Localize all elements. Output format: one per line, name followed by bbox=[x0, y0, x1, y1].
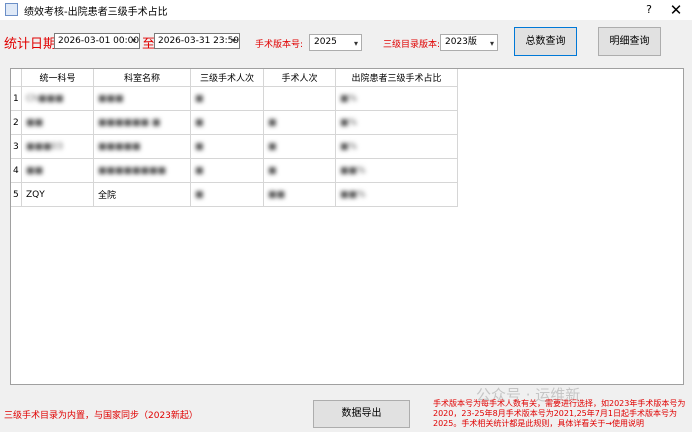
chevron-down-icon: ▾ bbox=[131, 36, 136, 45]
table-cell[interactable]: ■ bbox=[190, 86, 264, 111]
surgery-version-value: 2025 bbox=[314, 37, 337, 47]
table-cell[interactable]: ■■% bbox=[335, 182, 458, 207]
table-row[interactable]: 5 ZQY 全院 ■ ■■ ■■% bbox=[11, 182, 458, 207]
table-cell[interactable]: ■ bbox=[190, 182, 264, 207]
table-cell[interactable]: ■■ bbox=[263, 182, 336, 207]
result-table: 统一科号 科室名称 三级手术人次 手术人次 出院患者三级手术占比 1 Ch■■■… bbox=[11, 69, 458, 207]
export-button[interactable]: 数据导出 bbox=[313, 400, 410, 428]
total-query-button[interactable]: 总数查询 bbox=[514, 27, 577, 56]
row-number: 1 bbox=[11, 86, 22, 111]
table-cell[interactable]: 全院 bbox=[93, 182, 191, 207]
table-cell[interactable]: ■■ bbox=[21, 110, 94, 135]
row-number: 3 bbox=[11, 134, 22, 159]
table-cell[interactable]: ■■■03 bbox=[21, 134, 94, 159]
row-number: 2 bbox=[11, 110, 22, 135]
detail-query-button[interactable]: 明细查询 bbox=[598, 27, 661, 56]
table-header-row: 统一科号 科室名称 三级手术人次 手术人次 出院患者三级手术占比 bbox=[11, 69, 458, 87]
end-date-value: 2026-03-31 23:59 bbox=[158, 36, 240, 46]
table-cell[interactable]: ■■■■■■■■ bbox=[93, 158, 191, 183]
date-label: 统计日期: bbox=[4, 37, 61, 52]
table-cell[interactable]: ■■ bbox=[21, 158, 94, 183]
table-cell[interactable] bbox=[263, 86, 336, 111]
table-row[interactable]: 3 ■■■03 ■■■■■ ■ ■ ■% bbox=[11, 134, 458, 159]
window-title: 绩效考核-出院患者三级手术占比 bbox=[24, 7, 168, 18]
table-cell[interactable]: ZQY bbox=[21, 182, 94, 207]
table-row[interactable]: 4 ■■ ■■■■■■■■ ■ ■ ■■% bbox=[11, 158, 458, 183]
table-row[interactable]: 1 Ch■■■ ■■■ ■ ■% bbox=[11, 86, 458, 111]
end-date-picker[interactable]: 2026-03-31 23:59 ▾ bbox=[154, 33, 240, 49]
column-header[interactable]: 科室名称 bbox=[93, 69, 191, 87]
table-row[interactable]: 2 ■■ ■■■■■■ ■ ■ ■ ■% bbox=[11, 110, 458, 135]
table-cell[interactable]: ■ bbox=[190, 158, 264, 183]
table-cell[interactable]: ■ bbox=[263, 158, 336, 183]
catalog-note: 三级手术目录为内置，与国家同步（2023新起） bbox=[4, 411, 198, 421]
data-grid[interactable]: 统一科号 科室名称 三级手术人次 手术人次 出院患者三级手术占比 1 Ch■■■… bbox=[10, 68, 684, 385]
catalog-version-value: 2023版 bbox=[445, 37, 477, 47]
version-rule-note: 手术版本号为每手术人数有关，需要进行选择，如2023年手术版本号为2020，23… bbox=[433, 399, 686, 428]
table-cell[interactable]: ■% bbox=[335, 110, 458, 135]
row-number: 5 bbox=[11, 182, 22, 207]
row-number-header bbox=[11, 69, 22, 87]
table-cell[interactable]: ■■■ bbox=[93, 86, 191, 111]
start-date-picker[interactable]: 2026-03-01 00:00 ▾ bbox=[54, 33, 140, 49]
chevron-down-icon: ▾ bbox=[231, 36, 236, 45]
chevron-down-icon: ▾ bbox=[353, 39, 358, 48]
app-icon bbox=[5, 3, 18, 16]
catalog-version-label: 三级目录版本: bbox=[383, 40, 441, 50]
start-date-value: 2026-03-01 00:00 bbox=[58, 36, 140, 46]
close-button[interactable]: ✕ bbox=[664, 1, 688, 19]
help-button[interactable]: ? bbox=[640, 1, 658, 19]
table-cell[interactable]: ■■% bbox=[335, 158, 458, 183]
surgery-version-label: 手术版本号: bbox=[255, 40, 304, 50]
table-cell[interactable]: ■■■■■■ ■ bbox=[93, 110, 191, 135]
table-cell[interactable]: ■ bbox=[263, 134, 336, 159]
column-header[interactable]: 出院患者三级手术占比 bbox=[335, 69, 458, 87]
column-header[interactable]: 统一科号 bbox=[21, 69, 94, 87]
table-cell[interactable]: ■ bbox=[263, 110, 336, 135]
table-cell[interactable]: ■■■■■ bbox=[93, 134, 191, 159]
chevron-down-icon: ▾ bbox=[489, 39, 494, 48]
surgery-version-select[interactable]: 2025 ▾ bbox=[309, 34, 362, 51]
catalog-version-select[interactable]: 2023版 ▾ bbox=[440, 34, 498, 51]
table-cell[interactable]: ■% bbox=[335, 134, 458, 159]
row-number: 4 bbox=[11, 158, 22, 183]
column-header[interactable]: 三级手术人次 bbox=[190, 69, 264, 87]
table-cell[interactable]: ■ bbox=[190, 134, 264, 159]
table-cell[interactable]: Ch■■■ bbox=[21, 86, 94, 111]
column-header[interactable]: 手术人次 bbox=[263, 69, 336, 87]
table-cell[interactable]: ■ bbox=[190, 110, 264, 135]
table-cell[interactable]: ■% bbox=[335, 86, 458, 111]
